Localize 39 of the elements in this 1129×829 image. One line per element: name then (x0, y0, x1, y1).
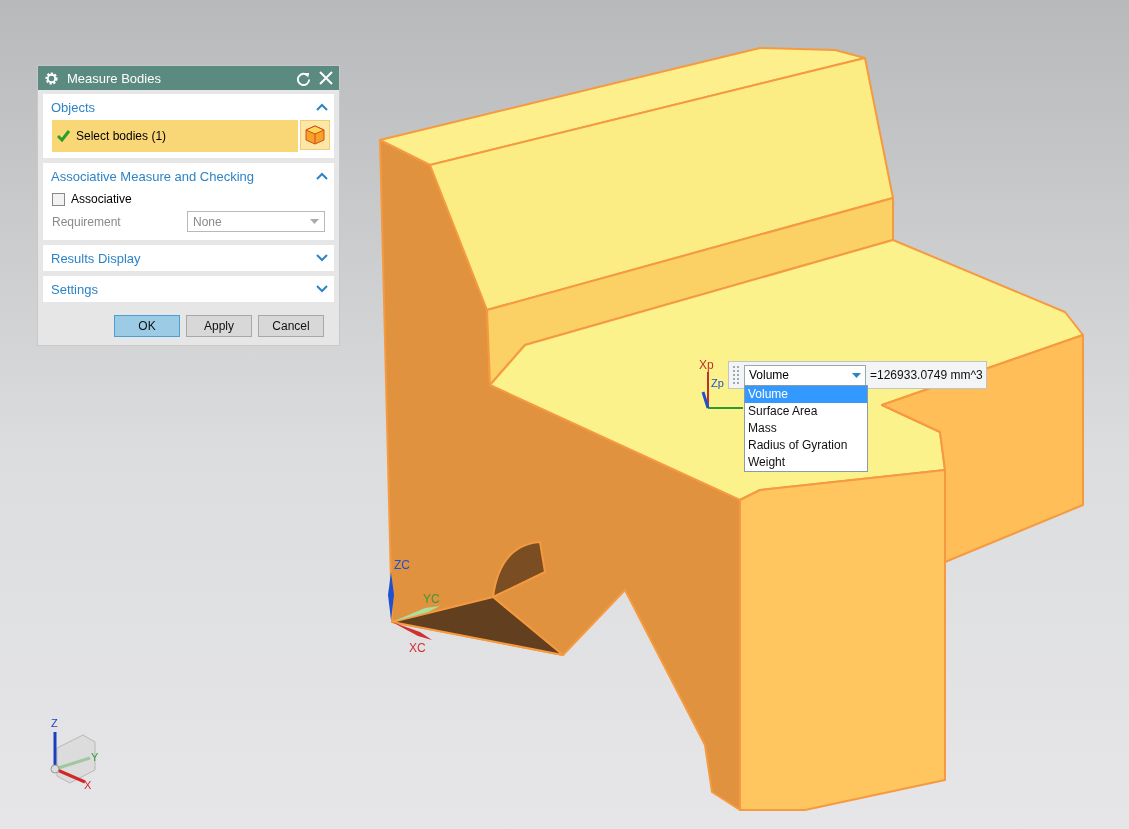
caret-icon (852, 372, 861, 378)
drag-handle-icon[interactable] (731, 364, 741, 386)
checkbox-label: Associative (71, 192, 132, 206)
close-icon[interactable] (319, 71, 333, 85)
section-title[interactable]: Associative Measure and Checking (51, 168, 255, 184)
axis-label: Xp (699, 358, 714, 372)
axis-label: X (84, 779, 92, 791)
collapse-icon (316, 172, 328, 180)
axis-label: Y (91, 751, 99, 763)
dropdown-option[interactable]: Mass (745, 420, 867, 437)
selection-row[interactable]: Select bodies (1) (52, 120, 298, 152)
collapse-icon (316, 103, 328, 111)
dialog-title: Measure Bodies (67, 70, 162, 86)
measurement-result: =126933.0749 mm^3 (869, 368, 983, 382)
axis-label: YC (423, 592, 440, 606)
settings-icon[interactable] (44, 70, 59, 86)
select-body-button[interactable] (300, 120, 330, 150)
dropdown-option[interactable]: Surface Area (745, 403, 867, 420)
associative-checkbox[interactable] (52, 192, 65, 206)
axis-label: XC (409, 641, 426, 655)
expand-icon (316, 254, 328, 262)
section-title[interactable]: Objects (51, 99, 96, 115)
caret-icon (310, 219, 319, 224)
dropdown-option[interactable]: Weight (745, 454, 867, 471)
quantity-dropdown[interactable]: Volume (744, 364, 866, 386)
dialog-button[interactable]: Apply (186, 315, 252, 337)
reset-icon[interactable] (296, 70, 311, 86)
section-title[interactable]: Results Display (51, 250, 141, 266)
axis-label: Zp (711, 377, 724, 389)
dialog-button[interactable]: OK (114, 315, 180, 337)
selection-label: Select bodies (1) (76, 129, 167, 143)
dropdown-option[interactable]: Radius of Gyration (745, 437, 867, 454)
field-label: Requirement (52, 214, 121, 229)
dialog-button[interactable]: Cancel (258, 315, 324, 337)
point-csys-icon (701, 371, 744, 409)
section-title[interactable]: Settings (51, 281, 98, 297)
axis-label: Z (51, 717, 58, 729)
expand-icon (316, 285, 328, 293)
axis-label: ZC (394, 558, 410, 572)
